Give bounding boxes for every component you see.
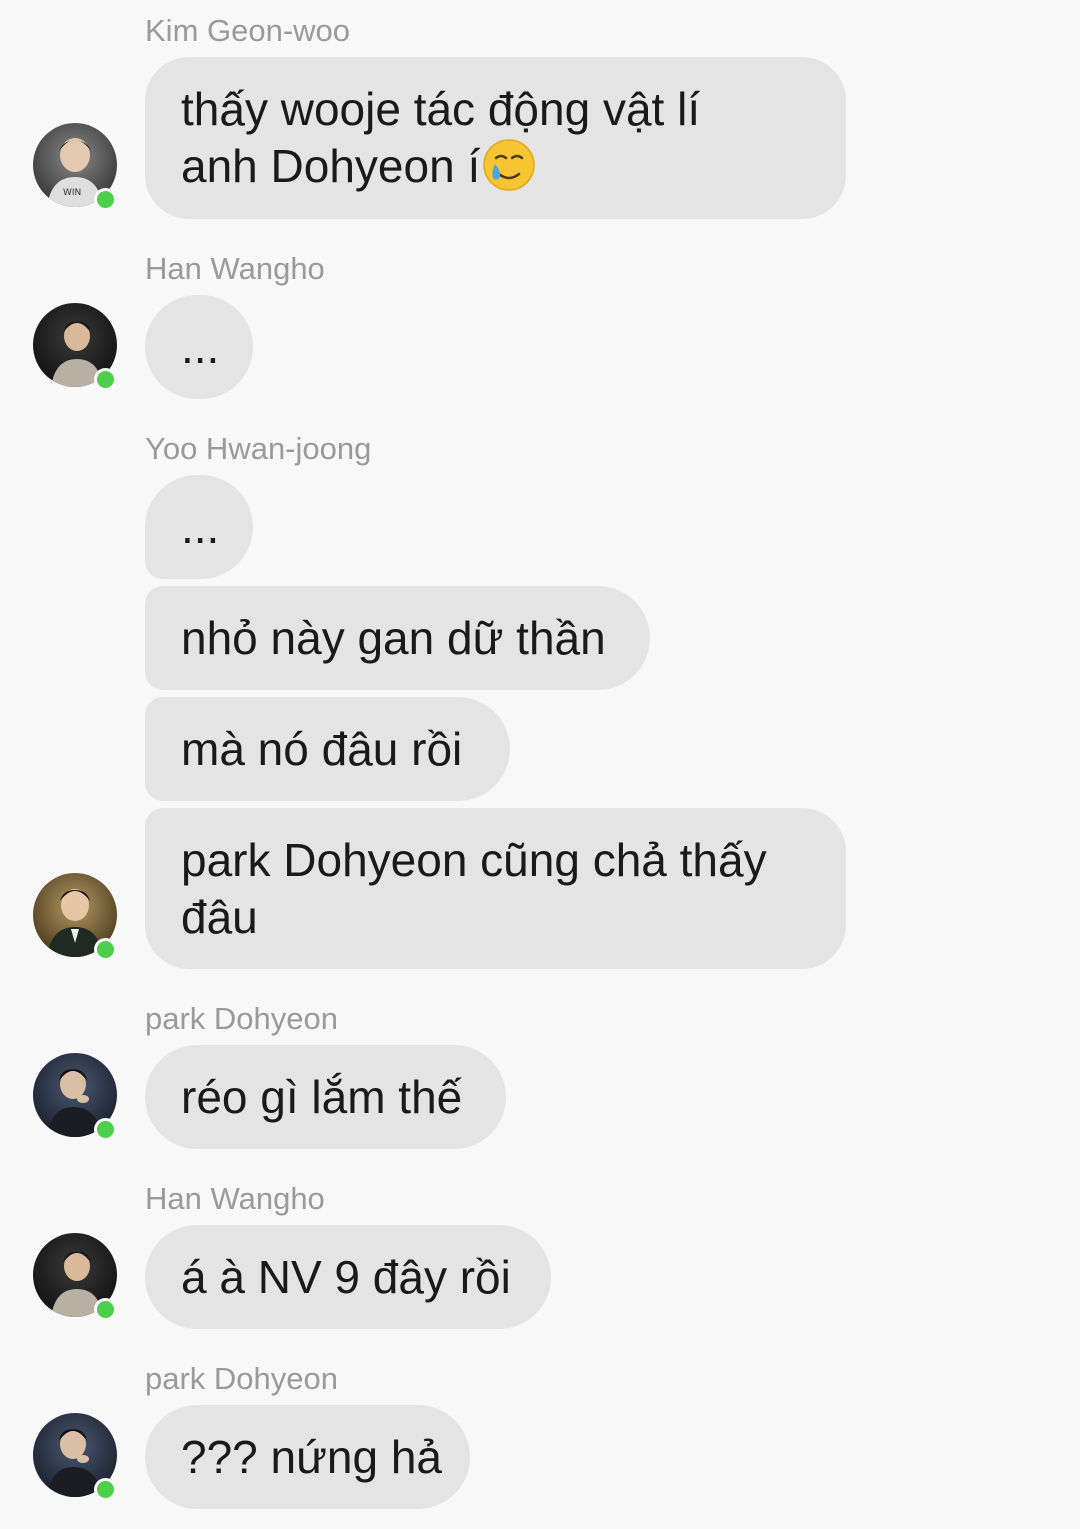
message-text: ??? nứng hả: [181, 1431, 443, 1483]
sender-name: Kim Geon-woo: [145, 13, 351, 48]
sender-name: park Dohyeon: [145, 1001, 339, 1036]
online-status-indicator: [94, 1478, 117, 1501]
message-bubble[interactable]: ...: [145, 475, 253, 579]
avatar[interactable]: [33, 1413, 117, 1501]
crying-smile-emoji-icon: [483, 139, 535, 191]
message-bubble[interactable]: nhỏ này gan dữ thần: [145, 586, 650, 690]
avatar[interactable]: [33, 1053, 117, 1141]
message-bubble[interactable]: réo gì lắm thế: [145, 1045, 506, 1149]
message-text: đâu: [181, 891, 258, 943]
message-bubble[interactable]: á à NV 9 đây rồi: [145, 1225, 551, 1329]
message-bubble[interactable]: thấy wooje tác động vật lí anh Dohyeon í: [145, 57, 846, 219]
sender-name: Yoo Hwan-joong: [145, 431, 372, 466]
online-status-indicator: [94, 1118, 117, 1141]
online-status-indicator: [94, 938, 117, 961]
online-status-indicator: [94, 368, 117, 391]
svg-text:WIN: WIN: [63, 188, 81, 198]
message-text: réo gì lắm thế: [181, 1071, 463, 1123]
message-text: ...: [181, 501, 220, 553]
avatar[interactable]: [33, 1233, 117, 1321]
message-text: mà nó đâu rồi: [181, 723, 463, 775]
sender-name: Han Wangho: [145, 1181, 325, 1216]
avatar[interactable]: [33, 303, 117, 391]
message-text: anh Dohyeon í: [181, 138, 810, 195]
sender-name: park Dohyeon: [145, 1361, 339, 1396]
message-bubble[interactable]: park Dohyeon cũng chả thấy đâu: [145, 808, 846, 969]
avatar[interactable]: WIN: [33, 123, 117, 211]
avatar[interactable]: [33, 873, 117, 961]
message-text: park Dohyeon cũng chả thấy: [181, 834, 767, 886]
message-bubble[interactable]: ...: [145, 295, 253, 399]
message-bubble[interactable]: mà nó đâu rồi: [145, 697, 510, 801]
message-text: ...: [181, 321, 220, 373]
message-text: á à NV 9 đây rồi: [181, 1251, 511, 1303]
message-text: thấy wooje tác động vật lí: [181, 83, 701, 135]
sender-name: Han Wangho: [145, 251, 325, 286]
online-status-indicator: [94, 188, 117, 211]
online-status-indicator: [94, 1298, 117, 1321]
message-text: nhỏ này gan dữ thần: [181, 612, 606, 664]
message-bubble[interactable]: ??? nứng hả: [145, 1405, 470, 1509]
